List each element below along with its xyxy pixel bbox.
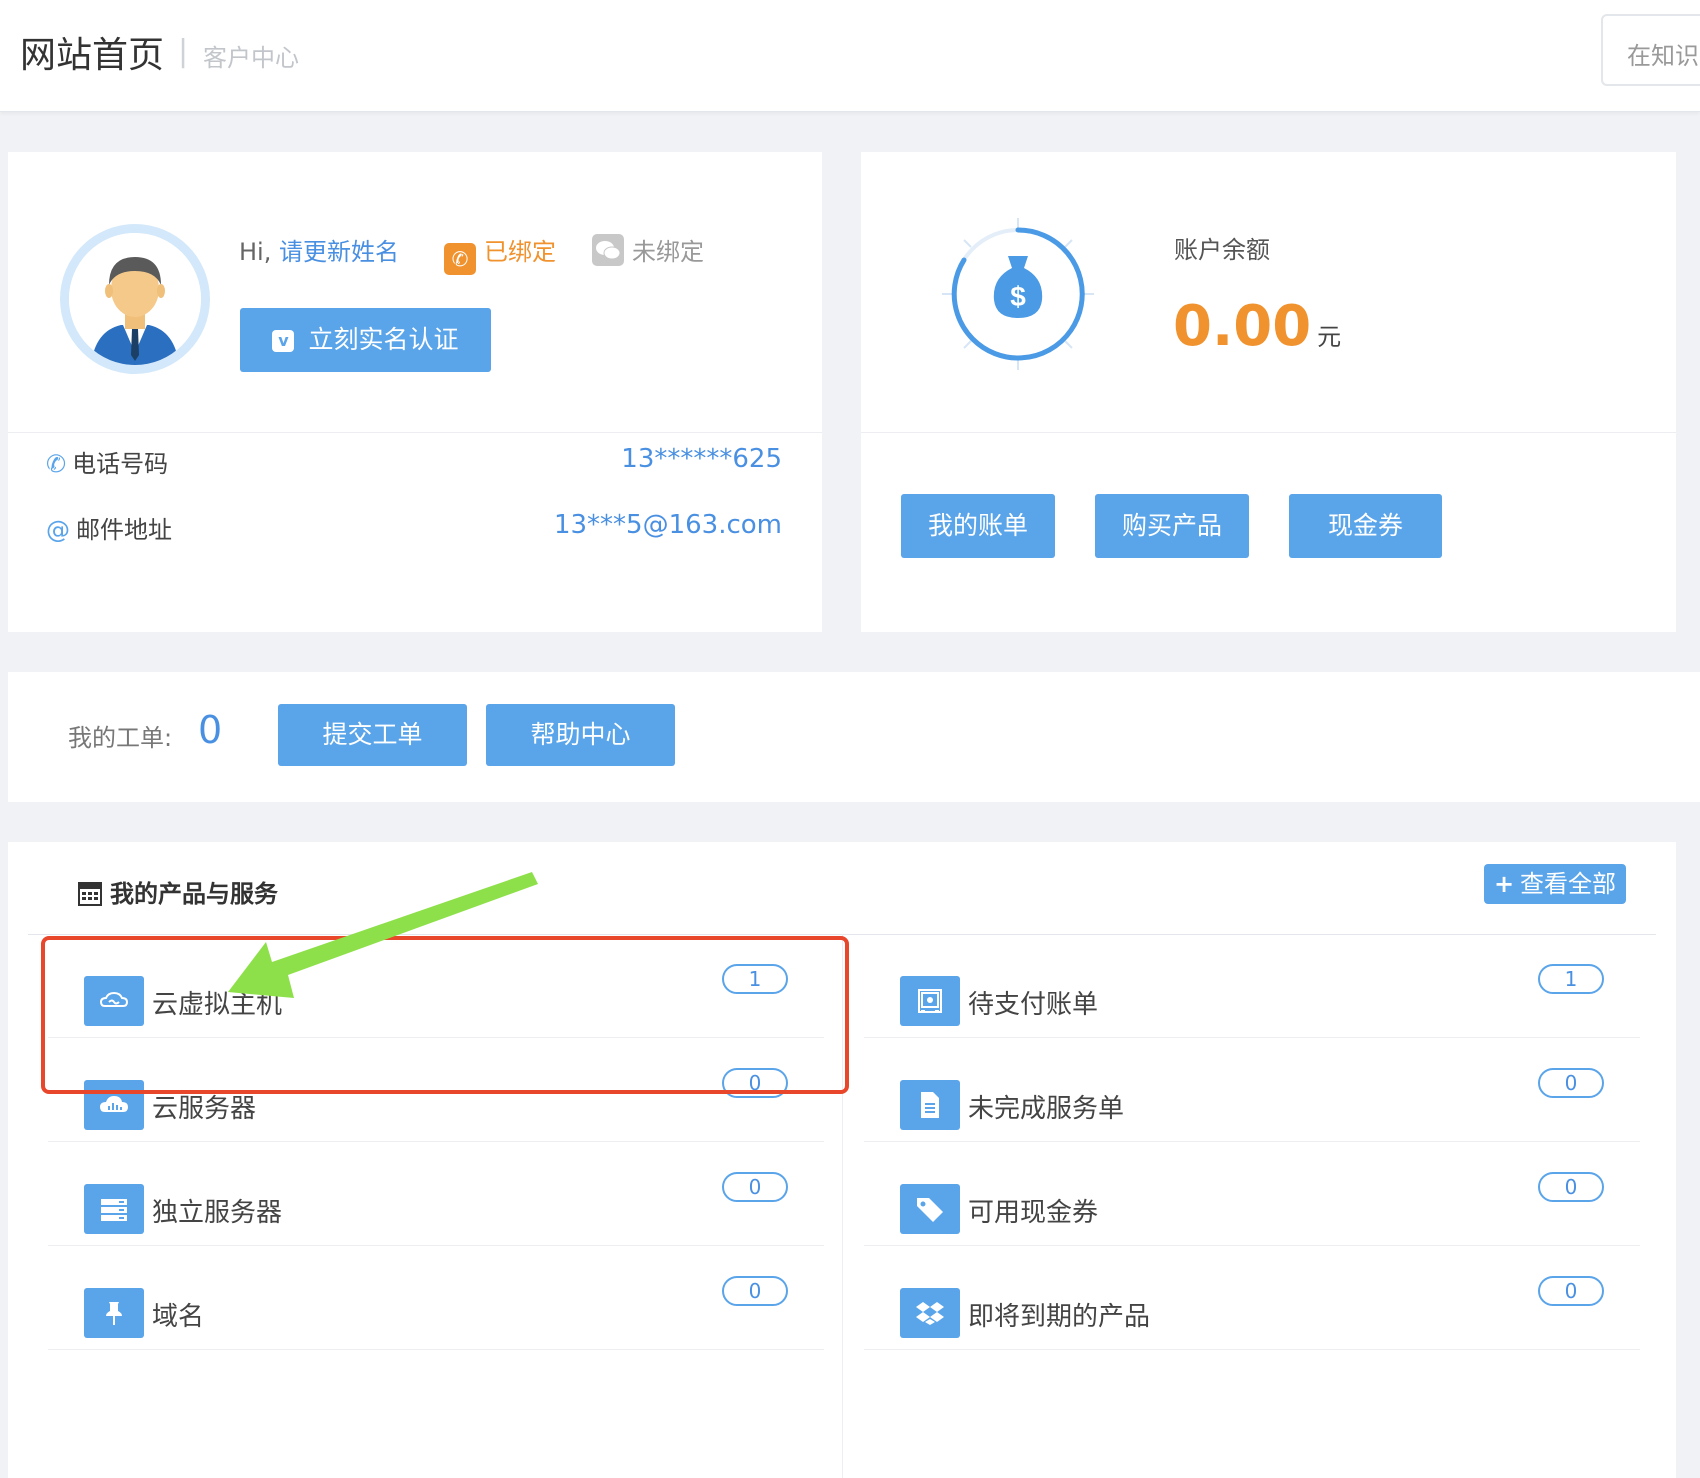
verify-icon: v bbox=[272, 330, 295, 352]
product-label: 域名 bbox=[152, 1302, 205, 1332]
highlight-box bbox=[41, 936, 849, 1094]
product-label: 独立服务器 bbox=[152, 1198, 283, 1228]
verify-button-label: 立刻实名认证 bbox=[308, 325, 459, 354]
knowledge-search-input[interactable]: 在知识 bbox=[1601, 14, 1700, 86]
tickets-label: 我的工单: bbox=[68, 724, 173, 752]
count-badge: 0 bbox=[1538, 1276, 1604, 1306]
phone-bind-label: 已绑定 bbox=[484, 238, 556, 266]
breadcrumb-customer-center: 客户中心 bbox=[203, 44, 299, 72]
tickets-count[interactable]: 0 bbox=[198, 708, 222, 752]
submit-ticket-button[interactable]: 提交工单 bbox=[278, 704, 467, 766]
balance-value: 0.00 bbox=[1173, 294, 1312, 359]
balance-label: 账户余额 bbox=[1174, 236, 1270, 264]
document-icon bbox=[900, 1080, 960, 1130]
phone-bind-status[interactable]: ✆ 已绑定 bbox=[444, 232, 556, 275]
count-badge: 0 bbox=[722, 1172, 788, 1202]
top-bar: 网站首页 | 客户中心 在知识 bbox=[0, 0, 1700, 112]
product-row-available-coupons[interactable]: 可用现金券 0 bbox=[864, 1142, 1640, 1246]
divider bbox=[8, 432, 822, 433]
my-bills-button[interactable]: 我的账单 bbox=[901, 494, 1055, 558]
email-label-row: @ 邮件地址 bbox=[46, 510, 172, 545]
coupons-button[interactable]: 现金券 bbox=[1289, 494, 1442, 558]
divider bbox=[861, 432, 1676, 433]
product-label: 即将到期的产品 bbox=[968, 1302, 1151, 1332]
email-value: 13***5@163.com bbox=[553, 510, 782, 540]
balance-card: $ 账户余额 0.00 元 我的账单 购买产品 现金券 bbox=[861, 152, 1676, 632]
email-label: 邮件地址 bbox=[76, 516, 172, 544]
product-label: 未完成服务单 bbox=[968, 1094, 1125, 1124]
count-badge: 1 bbox=[1538, 964, 1604, 994]
user-avatar-icon bbox=[69, 233, 201, 365]
server-icon bbox=[84, 1184, 144, 1234]
real-name-verify-button[interactable]: v 立刻实名认证 bbox=[240, 308, 491, 372]
help-center-button[interactable]: 帮助中心 bbox=[486, 704, 675, 766]
count-badge: 0 bbox=[722, 1276, 788, 1306]
tickets-card: 我的工单: 0 提交工单 帮助中心 bbox=[8, 672, 1700, 802]
balance-amount: 0.00 元 bbox=[1173, 294, 1341, 359]
greeting-prefix: Hi, bbox=[239, 238, 272, 266]
count-badge: 0 bbox=[1538, 1172, 1604, 1202]
product-row-dedicated-server[interactable]: 独立服务器 0 bbox=[48, 1142, 824, 1246]
count-badge: 0 bbox=[1538, 1068, 1604, 1098]
product-row-unfinished-orders[interactable]: 未完成服务单 0 bbox=[864, 1038, 1640, 1142]
profile-card: Hi, 请更新姓名 ✆ 已绑定 未绑定 v 立刻实名认证 ✆ 电话号码 13*****… bbox=[8, 152, 822, 632]
safe-icon bbox=[900, 976, 960, 1026]
phone-label: 电话号码 bbox=[72, 450, 169, 478]
buy-products-button[interactable]: 购买产品 bbox=[1095, 494, 1249, 558]
calculator-icon bbox=[78, 882, 102, 906]
at-icon: @ bbox=[46, 516, 70, 544]
dropbox-icon bbox=[900, 1288, 960, 1338]
wechat-bind-label: 未绑定 bbox=[632, 238, 704, 266]
svg-text:$: $ bbox=[1010, 281, 1026, 312]
product-row-domain[interactable]: 域名 0 bbox=[48, 1246, 824, 1350]
view-all-label: 查看全部 bbox=[1520, 870, 1617, 898]
view-all-button[interactable]: + 查看全部 bbox=[1484, 864, 1626, 904]
phone-small-icon: ✆ bbox=[46, 450, 67, 478]
phone-icon: ✆ bbox=[444, 243, 476, 275]
products-title-label: 我的产品与服务 bbox=[110, 880, 278, 908]
product-row-expiring-products[interactable]: 即将到期的产品 0 bbox=[864, 1246, 1640, 1350]
update-name-link[interactable]: 请更新姓名 bbox=[279, 238, 399, 266]
greeting: Hi, 请更新姓名 bbox=[239, 232, 399, 267]
product-row-pending-bills[interactable]: 待支付账单 1 bbox=[864, 934, 1640, 1038]
wechat-bind-status[interactable]: 未绑定 bbox=[592, 232, 704, 267]
pin-icon bbox=[84, 1288, 144, 1338]
title-separator: | bbox=[178, 34, 189, 69]
plus-icon: + bbox=[1493, 870, 1515, 898]
wechat-icon bbox=[592, 234, 624, 266]
avatar bbox=[60, 224, 210, 374]
site-home-title[interactable]: 网站首页 bbox=[20, 26, 164, 78]
money-bag-icon: $ bbox=[942, 218, 1094, 370]
phone-label-row: ✆ 电话号码 bbox=[46, 444, 168, 479]
product-label: 待支付账单 bbox=[968, 990, 1099, 1020]
phone-value: 13******625 bbox=[621, 444, 782, 474]
product-label: 可用现金券 bbox=[968, 1198, 1099, 1228]
balance-unit: 元 bbox=[1317, 323, 1342, 351]
products-title: 我的产品与服务 bbox=[78, 874, 278, 909]
tag-icon bbox=[900, 1184, 960, 1234]
